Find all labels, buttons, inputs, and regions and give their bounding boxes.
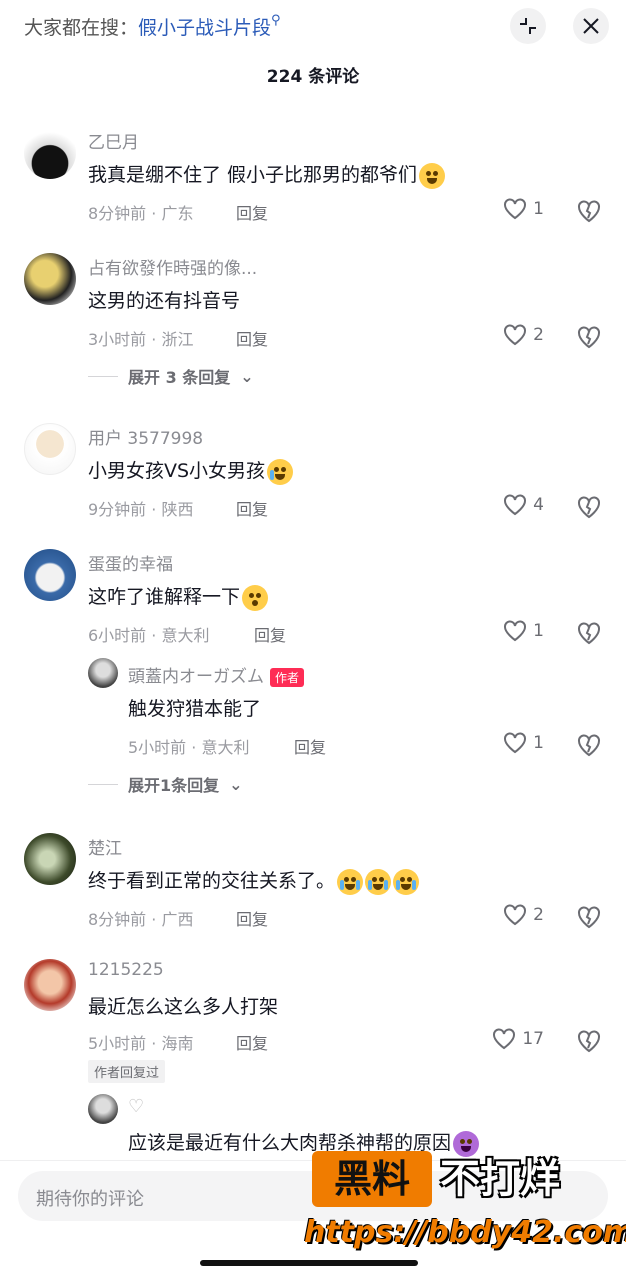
comment-time-location: 8分钟前 · 广西: [88, 910, 194, 929]
comment-time-location: 9分钟前 · 陕西: [88, 500, 194, 519]
expand-replies-button[interactable]: 展开 3 条回复 ⌄: [88, 364, 254, 388]
reply-text: 触发狩猎本能了: [128, 698, 262, 720]
heart-icon: [504, 198, 527, 220]
reply-button[interactable]: 回复: [236, 906, 268, 930]
expand-replies-button[interactable]: 展开1条回复 ⌄: [88, 772, 243, 796]
chevron-down-icon: ⌄: [240, 366, 254, 386]
reply-avatar[interactable]: [88, 1094, 118, 1124]
like-button[interactable]: 1: [503, 198, 544, 220]
expand-replies-label: 展开1条回复: [128, 776, 220, 795]
avatar[interactable]: [24, 253, 76, 305]
search-prefix: 大家都在搜：: [24, 17, 139, 39]
comment-list[interactable]: 乙巳月 我真是绷不住了 假小子比那男的都爷们 8分钟前 · 广东 回复 1 占有…: [0, 120, 626, 1160]
avatar[interactable]: [24, 127, 76, 179]
crying-emoji-icon: [337, 868, 364, 895]
shushing-emoji-icon: [242, 584, 269, 611]
reply-button[interactable]: 回复: [236, 1030, 268, 1054]
comment-nickname[interactable]: 蛋蛋的幸福: [88, 550, 173, 575]
top-bar: 大家都在搜：假小子战斗片段⚲: [0, 0, 626, 52]
like-count: 17: [522, 1029, 544, 1049]
like-count: 2: [533, 325, 544, 345]
comment-time-location: 5小时前 · 海南: [88, 1034, 194, 1053]
watermark-url: https://bbdy42.com: [304, 1215, 626, 1250]
dislike-broken-heart-icon[interactable]: [576, 620, 602, 646]
like-button[interactable]: 1: [503, 620, 544, 642]
crying-emoji-icon: [267, 458, 294, 485]
heart-icon: [504, 620, 527, 642]
reply-button[interactable]: 回复: [236, 200, 268, 224]
watermark-text: 不打烊: [440, 1156, 560, 1202]
close-button[interactable]: [573, 8, 609, 44]
dislike-broken-heart-icon[interactable]: [576, 198, 602, 224]
like-button[interactable]: 1: [503, 732, 544, 754]
like-count: 1: [533, 621, 544, 641]
dislike-broken-heart-icon[interactable]: [576, 324, 602, 350]
comment-text: 终于看到正常的交往关系了。: [88, 866, 420, 895]
reply-time-location: 5小时前 · 意大利: [128, 738, 250, 757]
watermark-logo: 黑料 不打烊: [312, 1151, 602, 1211]
heart-icon: [504, 732, 527, 754]
watermark-box-text: 黑料: [312, 1151, 432, 1207]
divider-line: [88, 783, 118, 785]
avatar[interactable]: [24, 549, 76, 601]
comment-nickname[interactable]: 1215225: [88, 960, 164, 980]
heart-icon: [504, 324, 527, 346]
dislike-broken-heart-icon[interactable]: [576, 1028, 602, 1054]
comment-time-location: 8分钟前 · 广东: [88, 204, 194, 223]
close-icon: [583, 18, 599, 34]
comment-time-location: 6小时前 · 意大利: [88, 626, 210, 645]
comment-text: 这男的还有抖音号: [88, 290, 241, 312]
avatar[interactable]: [24, 423, 76, 475]
avatar[interactable]: [24, 833, 76, 885]
reply-button[interactable]: 回复: [294, 734, 326, 758]
reply-button[interactable]: 回复: [236, 496, 268, 520]
crying-emoji-icon: [365, 868, 392, 895]
minimize-button[interactable]: [510, 8, 546, 44]
comment-input-placeholder: 期待你的评论: [36, 1189, 144, 1210]
comment-count-title: 224 条评论: [266, 67, 360, 87]
dislike-broken-heart-icon[interactable]: [576, 732, 602, 758]
like-button[interactable]: 17: [492, 1028, 544, 1050]
comment-nickname[interactable]: 用户 3577998: [88, 424, 203, 449]
like-button[interactable]: 4: [503, 494, 544, 516]
dislike-broken-heart-icon[interactable]: [576, 904, 602, 930]
anime-figure-icon: ♡: [128, 1096, 145, 1117]
chevron-down-icon: ⌄: [229, 774, 243, 794]
comment-time-location: 3小时前 · 浙江: [88, 330, 194, 349]
crying-emoji-icon: [393, 868, 420, 895]
like-count: 1: [533, 733, 544, 753]
author-tag: 作者: [270, 667, 305, 687]
search-suggestion[interactable]: 大家都在搜：假小子战斗片段⚲: [24, 13, 281, 40]
comment-text: 我真是绷不住了 假小子比那男的都爷们: [88, 160, 446, 189]
heart-icon: [504, 904, 527, 926]
divider-line: [88, 375, 118, 377]
like-count: 4: [533, 495, 544, 515]
search-keyword-link[interactable]: 假小子战斗片段: [138, 17, 271, 39]
comment-text: 这咋了谁解释一下: [88, 582, 269, 611]
like-count: 1: [533, 199, 544, 219]
comment-nickname[interactable]: 楚江: [88, 834, 122, 859]
laugh-cry-emoji-icon: [419, 162, 446, 189]
search-icon: ⚲: [271, 13, 281, 28]
comment-text: 最近怎么这么多人打架: [88, 996, 279, 1018]
reply-button[interactable]: 回复: [254, 622, 286, 646]
author-replied-badge: 作者回复过: [88, 1060, 166, 1083]
comment-nickname[interactable]: 占有欲發作時强的像...: [88, 254, 257, 279]
expand-replies-label: 展开 3 条回复: [128, 368, 231, 387]
dislike-broken-heart-icon[interactable]: [576, 494, 602, 520]
collapse-icon: [520, 18, 536, 34]
reply-avatar[interactable]: [88, 658, 118, 688]
comment-nickname[interactable]: 乙巳月: [88, 128, 139, 153]
home-indicator[interactable]: [200, 1260, 418, 1266]
heart-icon: [504, 494, 527, 516]
comment-text: 小男女孩VS小女男孩: [88, 456, 294, 485]
avatar[interactable]: [24, 959, 76, 1011]
reply-button[interactable]: 回复: [236, 326, 268, 350]
like-button[interactable]: 2: [503, 904, 544, 926]
like-count: 2: [533, 905, 544, 925]
heart-icon: [493, 1028, 516, 1050]
like-button[interactable]: 2: [503, 324, 544, 346]
reply-nickname[interactable]: 頭蓋内オーガズム 作者: [128, 662, 305, 687]
